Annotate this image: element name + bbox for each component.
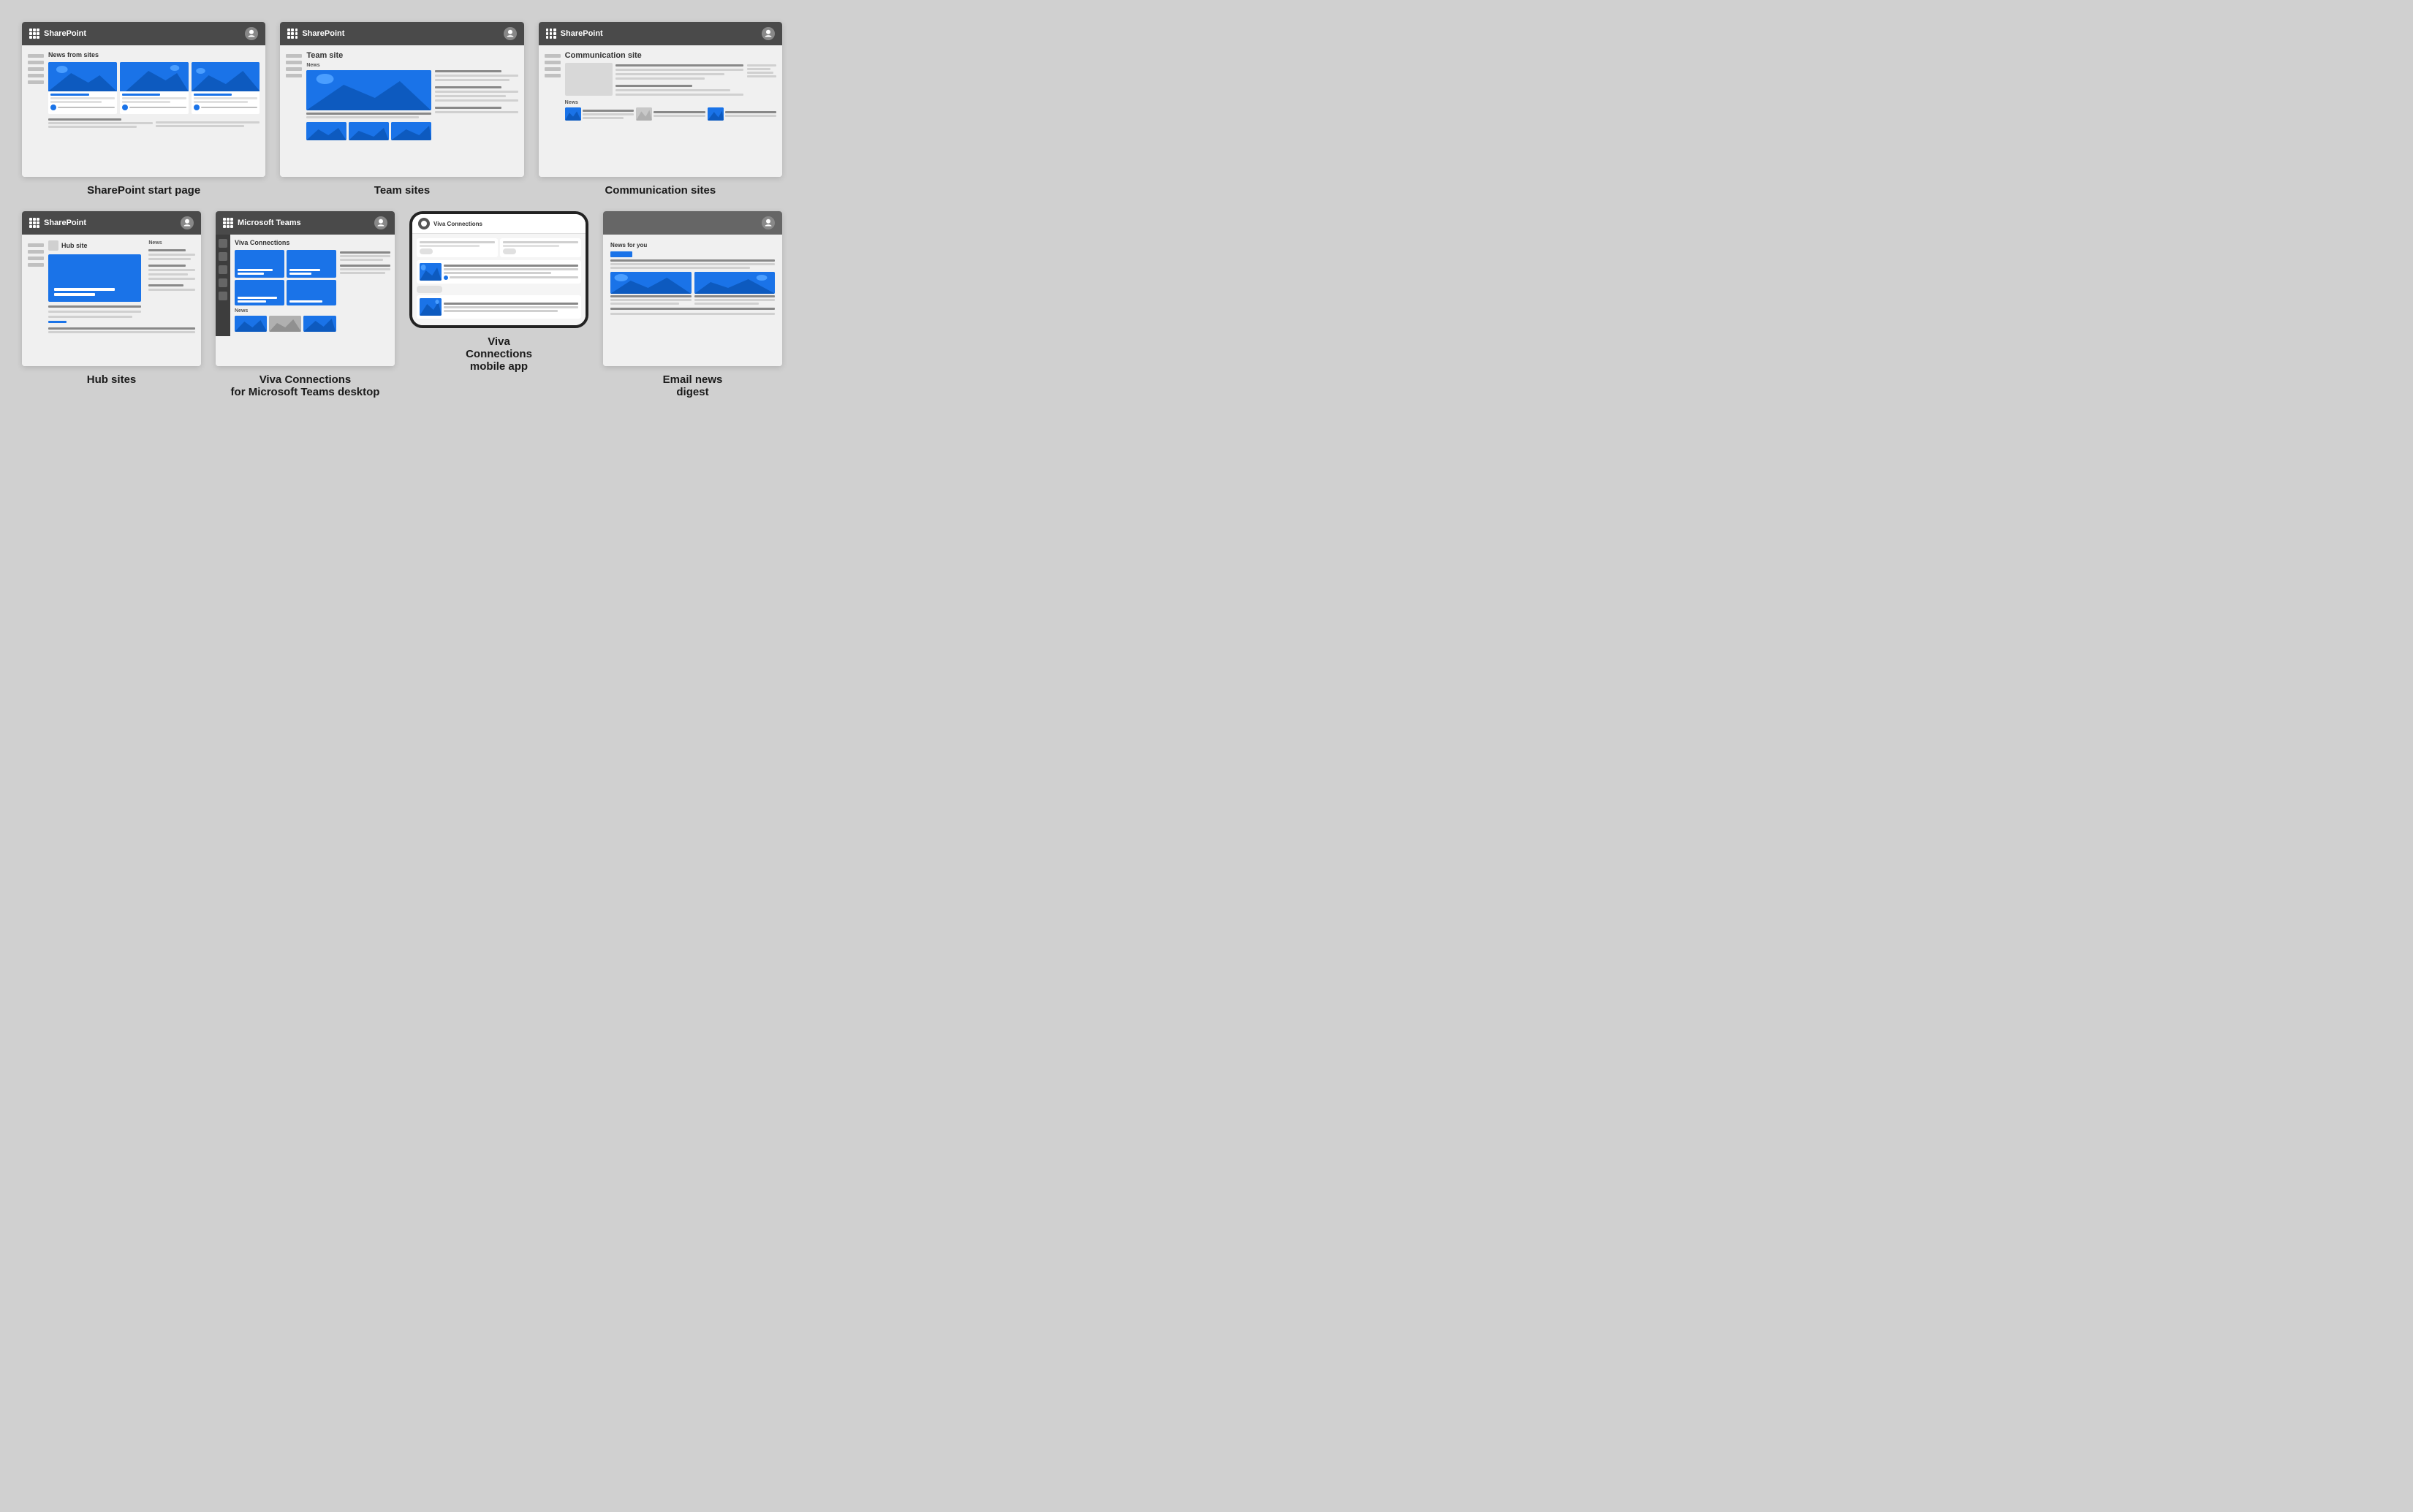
mockup-communication-sites: SharePoint Communication site [539,22,782,177]
news-for-you-title: News for you [610,242,775,248]
header-avatar [374,216,387,229]
news-from-sites-label: News from sites [48,51,260,58]
card-header: Microsoft Teams [216,211,395,235]
hero-grid [235,250,336,305]
header-left: Microsoft Teams [223,218,301,228]
card-body: News from sites [22,45,265,177]
card-communication-sites: SharePoint Communication site [539,22,782,197]
card-label-communication-sites: Communication sites [605,184,716,197]
card-header: SharePoint [22,22,265,45]
phone-mockup: Viva Connections [409,211,588,328]
phone-header: Viva Connections [412,214,586,234]
app-grid-icon [29,29,39,39]
card-body: Viva Connections [216,235,395,366]
header-app-name: SharePoint [44,29,86,38]
news-grid [610,272,775,305]
card-email-digest: News for you [603,211,782,398]
header-avatar [181,216,194,229]
card-body: Team site News [280,45,523,177]
news-label: News [148,240,195,246]
header-avatar [762,216,775,229]
card-hub-sites: SharePoint [22,211,201,398]
app-grid-icon [546,29,556,39]
card-header: SharePoint [22,211,201,235]
news-grid [565,107,776,121]
phone-body [412,234,586,325]
news-grid [235,316,336,332]
header-left: SharePoint [29,29,86,39]
header-avatar [245,27,258,40]
news-label: News [565,100,776,105]
hero-image [306,70,431,110]
header-avatar [504,27,517,40]
header-app-name: Microsoft Teams [238,219,301,227]
card-label-sharepoint-start: SharePoint start page [87,184,200,197]
header-app-name: SharePoint [302,29,344,38]
card-body: Hub site [22,235,201,366]
card-header: SharePoint [280,22,523,45]
viva-news-label: News [235,308,336,314]
mockup-sharepoint-start: SharePoint News from sites [22,22,265,177]
header-avatar [762,27,775,40]
teams-sidebar [216,235,230,336]
blue-accent-bar [610,251,632,257]
mockup-email-digest: News for you [603,211,782,366]
card-body: Communication site [539,45,782,177]
cards-row [417,238,581,257]
card-label-hub-sites: Hub sites [87,373,137,386]
app-grid-icon [29,218,39,228]
card-body: News for you [603,235,782,366]
card-header [603,211,782,235]
header-left: SharePoint [546,29,603,39]
mockup-team-sites: SharePoint Team site [280,22,523,177]
hub-hero [48,254,141,302]
news-item-1 [417,260,581,284]
card-label-viva-teams: Viva Connections for Microsoft Teams des… [231,373,380,398]
app-grid-icon [223,218,233,228]
header-app-name: SharePoint [44,219,86,227]
comm-site-title: Communication site [565,51,776,60]
card-viva-connections-teams: Microsoft Teams Viva Connecti [216,211,395,398]
hub-site-title: Hub site [61,242,88,249]
mockup-viva-connections-teams: Microsoft Teams Viva Connecti [216,211,395,366]
app-grid-icon [287,29,298,39]
card-team-sites: SharePoint Team site [280,22,523,197]
header-left: SharePoint [29,218,86,228]
card-header: SharePoint [539,22,782,45]
mini-images [306,122,431,140]
viva-app-title: Viva Connections [433,221,482,227]
header-app-name: SharePoint [561,29,603,38]
card-label-email-digest: Email news digest [663,373,723,398]
card-sharepoint-start: SharePoint News from sites [22,22,265,197]
mockup-hub-sites: SharePoint [22,211,201,366]
news-item-2 [417,295,581,319]
viva-app-icon [418,218,430,229]
viva-teams-title: Viva Connections [235,239,390,246]
card-viva-connections-mobile: Viva Connections [409,211,588,398]
news-label: News [306,63,431,68]
card-label-team-sites: Team sites [374,184,430,197]
card-label-viva-mobile: Viva Connections mobile app [466,335,532,373]
header-left: SharePoint [287,29,344,39]
team-site-title: Team site [306,51,518,60]
news-grid [48,62,260,114]
